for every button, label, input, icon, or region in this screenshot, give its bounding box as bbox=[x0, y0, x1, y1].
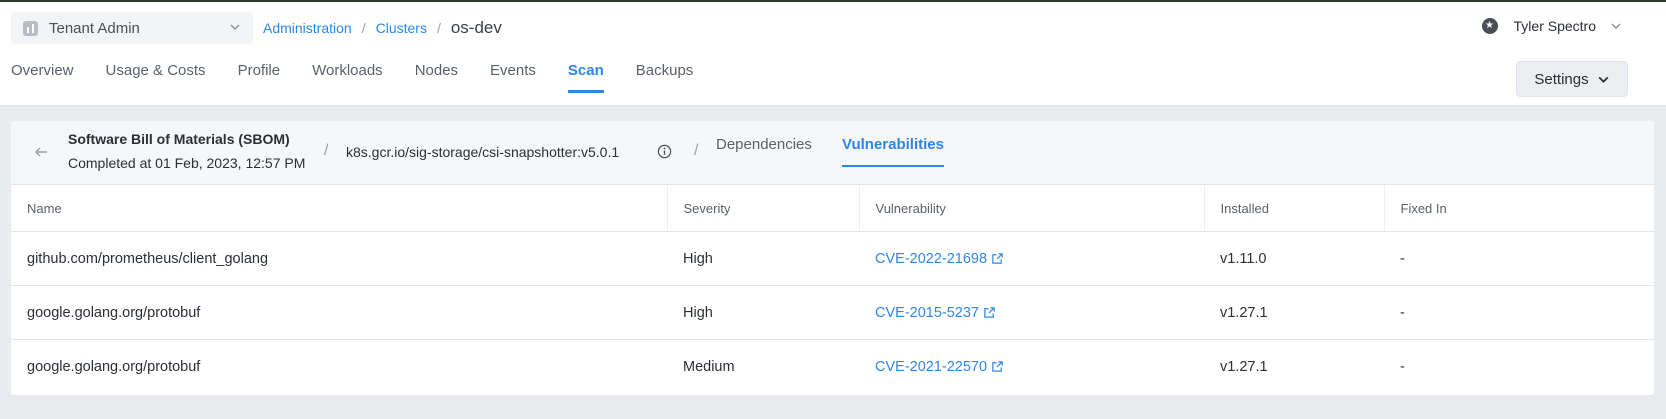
user-name: Tyler Spectro bbox=[1513, 18, 1596, 34]
tab-vulnerabilities[interactable]: Vulnerabilities bbox=[842, 136, 944, 167]
cell-name: google.golang.org/protobuf bbox=[11, 285, 667, 340]
tab-profile[interactable]: Profile bbox=[238, 62, 281, 93]
info-icon[interactable] bbox=[657, 144, 672, 159]
header-separator: / bbox=[324, 142, 329, 159]
tab-backups[interactable]: Backups bbox=[636, 62, 694, 93]
cell-installed: v1.27.1 bbox=[1204, 285, 1384, 340]
tenant-name: Tenant Admin bbox=[49, 19, 140, 37]
table-row[interactable]: github.com/prometheus/client_golang High… bbox=[11, 231, 1654, 286]
user-menu[interactable]: ★ Tyler Spectro bbox=[1481, 18, 1622, 34]
cve-id: CVE-2015-5237 bbox=[875, 304, 979, 321]
column-header-fixed-in[interactable]: Fixed In bbox=[1384, 185, 1654, 232]
column-header-severity[interactable]: Severity bbox=[667, 185, 860, 232]
cluster-tabs: Overview Usage & Costs Profile Workloads… bbox=[11, 62, 725, 93]
breadcrumb-separator: / bbox=[436, 20, 441, 36]
cell-fixed-in: - bbox=[1384, 285, 1654, 340]
table-row[interactable]: google.golang.org/protobuf High CVE-2015… bbox=[11, 285, 1654, 340]
settings-label: Settings bbox=[1534, 70, 1589, 88]
cell-severity: High bbox=[667, 231, 859, 286]
breadcrumb-administration[interactable]: Administration bbox=[263, 20, 352, 36]
tab-nodes[interactable]: Nodes bbox=[415, 62, 458, 93]
tenant-selector[interactable]: Tenant Admin bbox=[11, 12, 253, 44]
cell-vulnerability: CVE-2015-5237 bbox=[859, 285, 1204, 340]
page-header: Tenant Admin Administration / Clusters /… bbox=[0, 2, 1666, 106]
vulnerabilities-table: Name Severity Vulnerability Installed Fi… bbox=[11, 185, 1654, 393]
external-link-icon bbox=[992, 253, 1003, 264]
cve-link[interactable]: CVE-2015-5237 bbox=[875, 305, 996, 321]
cell-fixed-in: - bbox=[1400, 358, 1405, 375]
cell-installed: v1.11.0 bbox=[1204, 231, 1384, 286]
sbom-title: Software Bill of Materials (SBOM) bbox=[68, 131, 290, 147]
back-arrow-icon[interactable] bbox=[33, 144, 49, 160]
tab-overview[interactable]: Overview bbox=[11, 62, 74, 93]
tab-events[interactable]: Events bbox=[490, 62, 536, 93]
settings-button[interactable]: Settings bbox=[1516, 61, 1628, 97]
cell-vulnerability: CVE-2022-21698 bbox=[859, 231, 1204, 286]
chevron-down-icon bbox=[1611, 23, 1621, 29]
sbom-header: Software Bill of Materials (SBOM) Comple… bbox=[11, 121, 1654, 185]
external-link-icon bbox=[992, 361, 1003, 372]
tab-scan[interactable]: Scan bbox=[567, 62, 604, 93]
column-header-vulnerability[interactable]: Vulnerability bbox=[859, 185, 1205, 232]
cell-installed: v1.27.1 bbox=[1220, 358, 1268, 375]
cell-fixed-in: - bbox=[1384, 231, 1654, 286]
column-header-installed[interactable]: Installed bbox=[1204, 185, 1385, 232]
tenant-icon bbox=[23, 20, 38, 36]
cell-severity: High bbox=[667, 285, 859, 340]
cell-name: google.golang.org/protobuf bbox=[27, 358, 201, 375]
image-name: k8s.gcr.io/sig-storage/csi-snapshotter:v… bbox=[346, 144, 620, 160]
cve-link[interactable]: CVE-2022-21698 bbox=[875, 251, 1004, 267]
column-header-name[interactable]: Name bbox=[11, 185, 668, 232]
cell-severity: Medium bbox=[683, 358, 735, 375]
cve-link[interactable]: CVE-2021-22570 bbox=[875, 359, 1004, 375]
sbom-card: Software Bill of Materials (SBOM) Comple… bbox=[11, 121, 1654, 395]
header-separator: / bbox=[694, 142, 699, 159]
chevron-down-icon bbox=[1598, 76, 1609, 83]
cve-id: CVE-2022-21698 bbox=[875, 250, 988, 267]
table-header-row: Name Severity Vulnerability Installed Fi… bbox=[11, 185, 1654, 232]
sbom-completed-time: Completed at 01 Feb, 2023, 12:57 PM bbox=[68, 155, 306, 171]
breadcrumb-clusters[interactable]: Clusters bbox=[376, 20, 427, 36]
user-avatar-icon: ★ bbox=[1481, 18, 1498, 34]
tab-workloads[interactable]: Workloads bbox=[312, 62, 383, 93]
cell-vulnerability: CVE-2021-22570 bbox=[859, 340, 1204, 394]
breadcrumb-separator: / bbox=[361, 20, 366, 36]
table-row[interactable]: google.golang.org/protobuf Medium CVE-20… bbox=[11, 340, 1654, 394]
chevron-down-icon bbox=[230, 24, 240, 30]
external-link-icon bbox=[984, 307, 995, 318]
breadcrumb: Administration / Clusters / os-dev bbox=[263, 18, 502, 38]
tab-dependencies[interactable]: Dependencies bbox=[716, 136, 812, 167]
breadcrumb-current: os-dev bbox=[450, 18, 502, 37]
cell-name: github.com/prometheus/client_golang bbox=[11, 231, 667, 286]
cve-id: CVE-2021-22570 bbox=[875, 358, 988, 375]
tab-usage-costs[interactable]: Usage & Costs bbox=[106, 62, 206, 93]
